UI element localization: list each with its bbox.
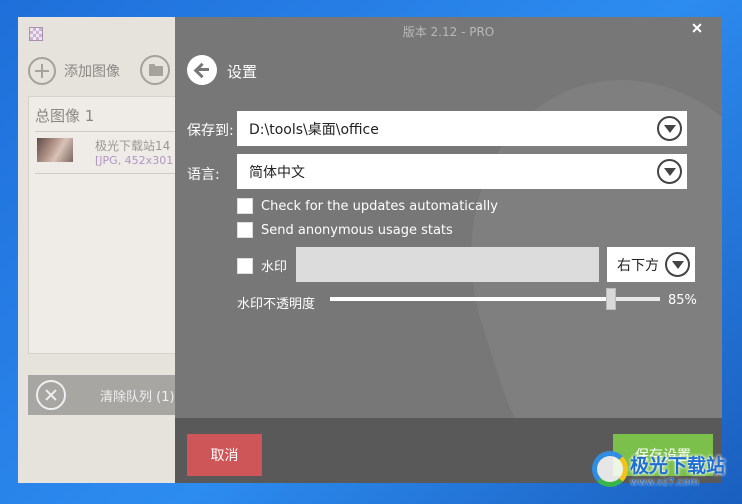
anonymous-stats-row[interactable]: Send anonymous usage stats	[237, 222, 453, 238]
close-icon[interactable]	[690, 21, 704, 35]
watermark-position-select[interactable]: 右下方	[607, 247, 695, 282]
chevron-down-icon[interactable]	[665, 252, 690, 277]
total-images-label: 总图像 1	[35, 107, 95, 125]
save-to-value: D:\tools\桌面\office	[249, 121, 379, 138]
image-thumbnail	[37, 138, 73, 162]
logo-text: 极光下载站	[630, 455, 726, 477]
folder-icon[interactable]	[140, 55, 170, 85]
watermark-opacity-value: 85%	[668, 293, 697, 308]
check-updates-row[interactable]: Check for the updates automatically	[237, 198, 498, 214]
divider	[35, 173, 177, 174]
watermark-checkbox[interactable]	[237, 257, 253, 274]
item-meta: [JPG, 452x301	[95, 154, 174, 167]
check-updates-label: Check for the updates automatically	[261, 198, 498, 214]
divider	[35, 131, 177, 132]
cancel-button[interactable]: 取消	[187, 434, 262, 476]
opacity-slider-fill	[330, 297, 611, 301]
version-label: 版本 2.12 - PRO	[402, 25, 495, 39]
watermark-label: 水印	[261, 260, 288, 275]
page-title: 设置	[227, 63, 258, 81]
clear-queue-label: 清除队列 (1)	[100, 390, 175, 405]
watermark-row[interactable]: 水印	[237, 256, 287, 275]
app-icon	[29, 27, 43, 41]
add-image-label: 添加图像	[64, 64, 120, 80]
opacity-slider-track[interactable]	[330, 288, 660, 310]
check-updates-checkbox[interactable]	[237, 198, 253, 214]
site-watermark-logo: 极光下载站 www.xz7.com	[590, 441, 740, 501]
anonymous-stats-label: Send anonymous usage stats	[261, 222, 453, 238]
close-icon	[36, 380, 66, 410]
language-label: 语言:	[187, 167, 220, 183]
anonymous-stats-checkbox[interactable]	[237, 222, 253, 238]
plus-icon	[28, 57, 56, 85]
language-select[interactable]: 简体中文	[237, 154, 687, 189]
chevron-down-icon[interactable]	[657, 116, 682, 141]
watermark-position-value: 右下方	[617, 257, 659, 274]
back-arrow-icon[interactable]	[187, 55, 217, 85]
chevron-down-icon[interactable]	[657, 159, 682, 184]
logo-swirl-icon	[592, 451, 628, 487]
logo-url: www.xz7.com	[630, 477, 699, 488]
image-queue: 总图像 1 极光下载站14 [JPG, 452x301	[28, 96, 178, 354]
opacity-slider-handle[interactable]	[605, 288, 616, 310]
watermark-text-input[interactable]	[296, 247, 599, 282]
add-image-button[interactable]: 添加图像	[28, 57, 120, 85]
language-value: 简体中文	[249, 164, 305, 181]
clear-queue-button[interactable]: 清除队列 (1)	[28, 375, 178, 415]
item-name: 极光下载站14	[95, 139, 171, 153]
save-to-label: 保存到:	[187, 123, 234, 139]
settings-panel: 版本 2.12 - PRO 设置 保存到: D:\tools\桌面\office…	[175, 17, 722, 483]
watermark-opacity-label: 水印不透明度	[237, 297, 316, 312]
save-to-select[interactable]: D:\tools\桌面\office	[237, 111, 687, 146]
list-item[interactable]: 极光下载站14 [JPG, 452x301	[35, 135, 177, 171]
